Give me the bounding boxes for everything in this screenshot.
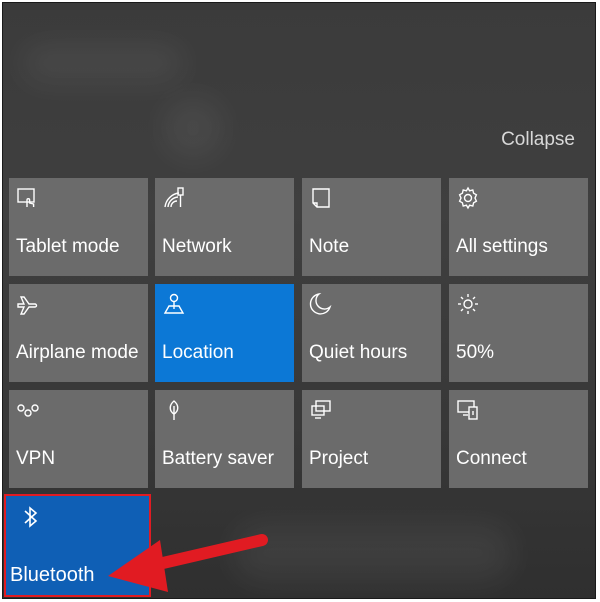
tile-label: Project	[309, 448, 369, 469]
tile-battery-saver[interactable]: Battery saver	[155, 390, 294, 488]
connect-icon	[456, 398, 480, 422]
tile-all-settings[interactable]: All settings	[449, 178, 588, 276]
tile-note[interactable]: Note	[302, 178, 441, 276]
tile-label: All settings	[456, 236, 548, 257]
tile-bluetooth[interactable]: Bluetooth	[4, 494, 151, 597]
battery-saver-icon	[162, 398, 186, 422]
project-icon	[309, 398, 333, 422]
brightness-icon	[456, 292, 480, 316]
gear-icon	[456, 186, 480, 210]
tile-label: Airplane mode	[16, 342, 139, 363]
bluetooth-icon	[20, 504, 42, 530]
tile-airplane-mode[interactable]: Airplane mode	[9, 284, 148, 382]
tile-label: Connect	[456, 448, 527, 469]
tile-network[interactable]: Network	[155, 178, 294, 276]
tile-location[interactable]: Location	[155, 284, 294, 382]
tile-quiet-hours[interactable]: Quiet hours	[302, 284, 441, 382]
background-blur	[233, 523, 513, 583]
tile-project[interactable]: Project	[302, 390, 441, 488]
vpn-icon	[16, 398, 40, 422]
tile-brightness[interactable]: 50%	[449, 284, 588, 382]
tile-label: Tablet mode	[16, 236, 120, 257]
tablet-mode-icon	[16, 186, 40, 210]
tile-tablet-mode[interactable]: Tablet mode	[9, 178, 148, 276]
tile-connect[interactable]: Connect	[449, 390, 588, 488]
collapse-button[interactable]: Collapse	[501, 129, 575, 151]
background-blur	[23, 43, 183, 83]
tile-label: Bluetooth	[10, 564, 95, 586]
location-icon	[162, 292, 186, 316]
tile-label: Network	[162, 236, 232, 257]
note-icon	[309, 186, 333, 210]
tile-vpn[interactable]: VPN	[9, 390, 148, 488]
tile-label: Battery saver	[162, 448, 274, 469]
tile-label: 50%	[456, 342, 495, 363]
tile-label: Note	[309, 236, 350, 257]
tile-label: Location	[162, 342, 234, 363]
tile-label: VPN	[16, 448, 56, 469]
moon-icon	[309, 292, 333, 316]
airplane-icon	[16, 292, 40, 316]
network-icon	[162, 186, 186, 210]
tile-label: Quiet hours	[309, 342, 408, 363]
background-blur	[163, 98, 223, 158]
